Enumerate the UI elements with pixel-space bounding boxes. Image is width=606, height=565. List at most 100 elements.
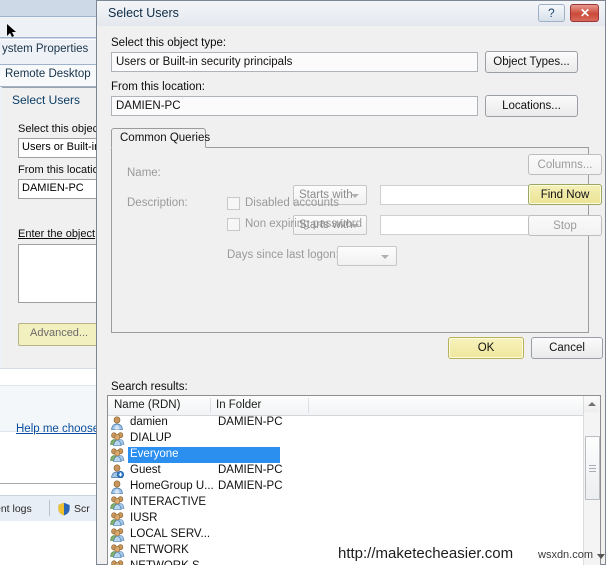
help-me-choose-link[interactable]: Help me choose <box>16 423 99 435</box>
search-results-listbox[interactable]: Name (RDN) In Folder damien DAMIEN-PC DIAL… <box>107 395 601 565</box>
system-properties-lower: Help me choose <box>0 368 99 496</box>
row-in-folder: DAMIEN-PC <box>218 464 283 476</box>
watermark-arrow-icon <box>597 554 605 559</box>
object-type-field[interactable]: Users or Built-in security principals <box>111 52 478 72</box>
background-enter-object-label: Enter the object <box>18 228 96 240</box>
row-name: INTERACTIVE <box>130 496 207 508</box>
row-name: LOCAL SERV... <box>130 528 211 540</box>
column-divider[interactable] <box>308 398 309 413</box>
row-name: IUSR <box>130 512 158 524</box>
tab-common-queries-label: Common Queries <box>120 132 211 144</box>
group-icon <box>110 432 126 447</box>
background-location-label: From this locatio <box>18 164 99 176</box>
location-value: DAMIEN-PC <box>116 100 181 112</box>
chevron-down-icon <box>351 194 359 198</box>
tabstrip: Common Queries <box>111 128 210 148</box>
taskbar-item-label-2[interactable]: Scr <box>74 503 90 515</box>
stop-button[interactable]: Stop <box>528 215 602 236</box>
column-header-in-folder[interactable]: In Folder <box>216 399 261 411</box>
background-advanced-button[interactable]: Advanced... <box>18 323 106 346</box>
row-in-folder: DAMIEN-PC <box>218 480 283 492</box>
list-rows: damien DAMIEN-PC DIALUP Everyone Guest DAMIEN… <box>108 415 600 565</box>
row-name: NETWORK <box>130 544 189 556</box>
tab-panel-seam <box>112 146 205 148</box>
background-location-field[interactable]: DAMIEN-PC <box>18 179 108 199</box>
list-header: Name (RDN) In Folder <box>108 396 600 416</box>
help-glyph: ? <box>548 6 555 20</box>
user-icon <box>110 480 126 494</box>
row-name: HomeGroup U... <box>130 480 214 492</box>
chevron-down-icon <box>381 255 389 259</box>
table-row[interactable]: Everyone <box>108 447 600 463</box>
background-advanced-label: Advanced... <box>30 327 89 339</box>
ok-button[interactable]: OK <box>448 337 524 359</box>
scroll-up-button[interactable] <box>584 396 599 412</box>
table-row[interactable]: DIALUP <box>108 431 600 447</box>
vertical-scrollbar[interactable] <box>583 396 600 565</box>
screenshot-root: ystem Properties Remote Desktop Select U… <box>0 0 606 565</box>
grip-line <box>589 465 596 466</box>
group-icon <box>110 528 126 543</box>
background-object-type-label: Select this objec <box>18 123 99 135</box>
row-name: Everyone <box>130 448 179 460</box>
locations-button[interactable]: Locations... <box>485 95 578 117</box>
taskbar-item-label[interactable]: ent logs <box>0 503 32 515</box>
object-type-value: Users or Built-in security principals <box>116 56 293 68</box>
background-object-type-field[interactable]: Users or Built-in <box>18 138 108 158</box>
background-location-value: DAMIEN-PC <box>22 182 84 194</box>
dialog-title: Select Users <box>108 6 179 20</box>
column-header-name[interactable]: Name (RDN) <box>114 399 180 411</box>
shield-icon <box>57 502 71 516</box>
system-properties-tabrow: Remote Desktop <box>0 62 100 88</box>
background-object-names-textarea[interactable] <box>18 244 108 303</box>
find-now-button[interactable]: Find Now <box>528 184 602 205</box>
column-divider[interactable] <box>210 398 211 413</box>
cancel-button[interactable]: Cancel <box>531 337 603 359</box>
user-icon <box>110 416 126 430</box>
grip-line <box>589 471 596 472</box>
location-field[interactable]: DAMIEN-PC <box>111 96 478 116</box>
days-since-logon-select[interactable] <box>337 246 397 266</box>
non-expiring-password-checkbox[interactable] <box>227 218 240 231</box>
object-types-button[interactable]: Object Types... <box>485 51 578 73</box>
grip-line <box>589 468 596 469</box>
taskbar-separator <box>49 500 50 516</box>
scrollbar-thumb[interactable] <box>585 436 600 500</box>
columns-button[interactable]: Columns... <box>528 154 602 175</box>
tab-remote-desktop[interactable]: Remote Desktop <box>0 64 100 87</box>
group-icon <box>110 512 126 527</box>
group-icon <box>110 544 126 559</box>
background-window-strip: ystem Properties Remote Desktop Select U… <box>0 0 108 565</box>
table-row[interactable]: LOCAL SERV... <box>108 527 600 543</box>
user-guest-icon <box>110 464 126 479</box>
taskbar-fragment: ent logs Scr <box>0 495 96 522</box>
table-row[interactable]: damien DAMIEN-PC <box>108 415 600 431</box>
days-since-logon-label: Days since last logon: <box>227 249 339 261</box>
select-users-dialog: Select Users ? ✕ Select this object type… <box>96 0 606 565</box>
watermark-secondary: wsxdn.com <box>538 549 594 561</box>
close-glyph: ✕ <box>580 6 591 20</box>
system-properties-panel: Select Users Select this objec Users or … <box>0 86 108 371</box>
table-row[interactable]: HomeGroup U... DAMIEN-PC <box>108 479 600 495</box>
background-dialog-title: Select Users <box>12 93 81 107</box>
chevron-up-icon <box>588 402 596 406</box>
table-row[interactable]: INTERACTIVE <box>108 495 600 511</box>
table-row[interactable]: Guest DAMIEN-PC <box>108 463 600 479</box>
close-icon[interactable]: ✕ <box>570 4 599 22</box>
object-type-label: Select this object type: <box>111 37 227 49</box>
table-row[interactable]: IUSR <box>108 511 600 527</box>
system-properties-title: ystem Properties <box>2 43 89 55</box>
search-results-label: Search results: <box>111 381 188 393</box>
dialog-body: Select this object type: Users or Built-… <box>97 26 605 565</box>
location-label: From this location: <box>111 81 205 93</box>
row-in-folder: DAMIEN-PC <box>218 416 283 428</box>
group-icon <box>110 560 126 565</box>
disabled-accounts-checkbox[interactable] <box>227 197 240 210</box>
group-icon <box>110 448 126 463</box>
dialog-titlebar[interactable]: Select Users ? ✕ <box>97 1 605 27</box>
help-icon[interactable]: ? <box>538 4 565 22</box>
tab-common-queries[interactable]: Common Queries <box>111 128 210 148</box>
description-label: Description: <box>127 197 188 209</box>
group-icon <box>110 496 126 511</box>
background-bottom-fill <box>0 521 96 565</box>
